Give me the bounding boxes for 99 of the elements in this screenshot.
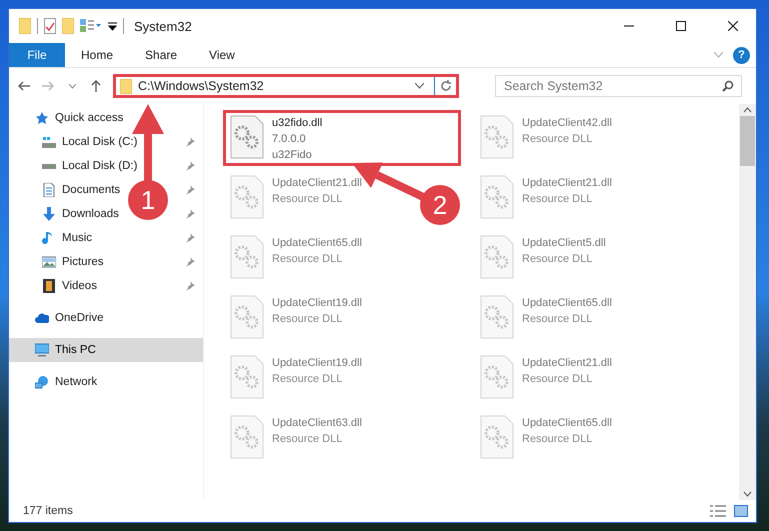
- address-bar[interactable]: C:\Windows\System32: [113, 74, 459, 98]
- gear-file-icon: [230, 175, 264, 219]
- file-name[interactable]: UpdateClient19.dll: [272, 295, 362, 311]
- picture-icon: [42, 255, 56, 269]
- selected-file-tile[interactable]: u32fido.dll 7.0.0.0 u32Fido: [223, 110, 461, 166]
- file-detail: Resource DLL: [272, 192, 344, 207]
- file-detail: Resource DLL: [522, 432, 594, 447]
- star-icon: [35, 111, 49, 125]
- ribbon-tab[interactable]: Home: [65, 43, 130, 67]
- up-arrow-icon: [91, 80, 101, 92]
- drive-windows-icon: [42, 135, 56, 149]
- search-field[interactable]: Search System32: [495, 75, 742, 97]
- file-name[interactable]: UpdateClient21.dll: [522, 355, 612, 371]
- large-icons-view-icon[interactable]: [734, 505, 748, 517]
- scrollbar[interactable]: [739, 104, 756, 500]
- file-name[interactable]: UpdateClient42.dll: [522, 115, 612, 131]
- nav-item[interactable]: Local Disk (D:): [42, 160, 138, 172]
- nav-item[interactable]: Documents: [42, 183, 120, 197]
- file-name[interactable]: UpdateClient19.dll: [272, 355, 362, 371]
- scroll-thumb[interactable]: [740, 116, 755, 166]
- file-detail: Resource DLL: [272, 372, 344, 387]
- cloud-icon: [35, 311, 49, 325]
- folder-icon: [120, 78, 132, 94]
- file-detail: Resource DLL: [272, 312, 344, 327]
- file-detail: Resource DLL: [272, 252, 344, 267]
- pin-icon[interactable]: [185, 161, 195, 171]
- nav-item[interactable]: Network: [35, 375, 98, 389]
- forward-arrow-icon: [42, 81, 54, 91]
- ribbon-tab[interactable]: File: [9, 43, 65, 67]
- gear-file-icon: [230, 415, 264, 459]
- minimize-icon: [624, 25, 634, 27]
- nav-item[interactable]: OneDrive: [35, 311, 104, 325]
- file-name[interactable]: UpdateClient21.dll: [522, 175, 612, 191]
- close-icon: [728, 21, 738, 31]
- pin-icon[interactable]: [185, 209, 195, 219]
- file-detail: Resource DLL: [522, 372, 594, 387]
- gear-file-icon: [480, 235, 514, 279]
- file-detail: Resource DLL: [522, 312, 594, 327]
- gear-file-icon: [480, 415, 514, 459]
- maximize-icon: [676, 21, 686, 31]
- nav-item[interactable]: Videos: [42, 279, 97, 293]
- pin-icon[interactable]: [185, 137, 195, 147]
- file-name[interactable]: UpdateClient65.dll: [522, 295, 612, 311]
- search-icon: [722, 80, 734, 92]
- back-arrow-icon: [18, 81, 30, 91]
- customize-toolbar-icon[interactable]: [108, 21, 117, 31]
- pin-icon[interactable]: [185, 257, 195, 267]
- details-view-icon[interactable]: [710, 505, 726, 517]
- ribbon-tab[interactable]: Share: [129, 43, 194, 67]
- file-name[interactable]: UpdateClient65.dll: [272, 235, 362, 251]
- window-title: System32: [134, 18, 193, 34]
- nav-item[interactable]: Local Disk (C:): [42, 135, 138, 149]
- gear-file-icon: [230, 235, 264, 279]
- nav-item[interactable]: Music: [42, 231, 92, 245]
- nav-item[interactable]: This PC: [35, 343, 96, 357]
- help-button[interactable]: ?: [733, 46, 750, 64]
- file-detail: Resource DLL: [522, 252, 594, 267]
- address-path: C:\Windows\System32: [138, 79, 265, 93]
- file-detail: Resource DLL: [522, 192, 594, 207]
- nav-item[interactable]: Quick access: [35, 111, 124, 125]
- gear-file-icon: [480, 295, 514, 339]
- drive-icon: [42, 162, 56, 170]
- file-detail: 7.0.0.0: [272, 132, 307, 147]
- chevron-down-icon: [68, 84, 76, 88]
- gear-file-icon: [230, 355, 264, 399]
- file-detail: u32Fido: [272, 148, 313, 163]
- pin-icon[interactable]: [185, 185, 195, 195]
- dropdown-icon[interactable]: [415, 83, 424, 89]
- nav-item[interactable]: Downloads: [42, 207, 119, 221]
- expand-ribbon-icon[interactable]: [714, 52, 723, 58]
- file-detail: Resource DLL: [272, 432, 344, 447]
- computer-icon: [35, 343, 49, 357]
- pin-icon[interactable]: [185, 233, 195, 243]
- gear-file-icon: [480, 115, 514, 159]
- video-icon: [42, 279, 56, 293]
- item-count: 177 items: [23, 505, 74, 517]
- step-number-badge: 1: [128, 180, 168, 220]
- file-detail: Resource DLL: [522, 132, 594, 147]
- properties-icon[interactable]: [44, 18, 56, 34]
- folder-icon[interactable]: [19, 18, 31, 34]
- file-name[interactable]: UpdateClient21.dll: [272, 175, 362, 191]
- file-name[interactable]: u32fido.dll: [272, 115, 322, 131]
- gear-file-icon: [480, 355, 514, 399]
- gear-file-icon: [230, 295, 264, 339]
- new-folder-icon[interactable]: [62, 18, 74, 34]
- network-icon: [35, 375, 49, 389]
- nav-item[interactable]: Pictures: [42, 255, 104, 269]
- ribbon-tab[interactable]: View: [193, 43, 251, 67]
- step-number-badge: 2: [420, 185, 460, 225]
- document-icon: [42, 183, 56, 197]
- view-options-icon[interactable]: [80, 19, 102, 33]
- download-icon: [42, 207, 56, 221]
- file-name[interactable]: UpdateClient63.dll: [272, 415, 362, 431]
- refresh-icon: [440, 80, 452, 92]
- gear-file-icon: [230, 115, 264, 159]
- file-name[interactable]: UpdateClient5.dll: [522, 235, 606, 251]
- pin-icon[interactable]: [185, 281, 195, 291]
- file-name[interactable]: UpdateClient65.dll: [522, 415, 612, 431]
- gear-file-icon: [480, 175, 514, 219]
